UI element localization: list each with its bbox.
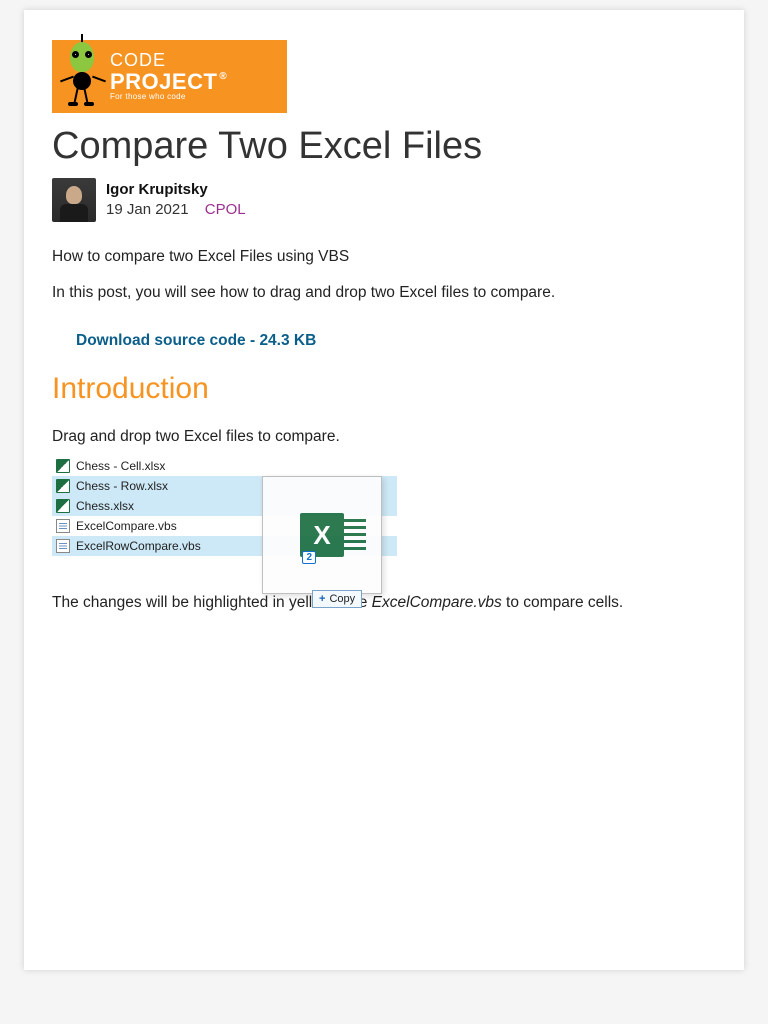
result-text-suffix: to compare cells.: [502, 594, 623, 611]
x-glyph: X: [313, 520, 330, 551]
file-explorer-screenshot: Chess - Cell.xlsx Chess - Row.xlsx Chess…: [52, 456, 397, 556]
logo-tagline: For those who code: [110, 92, 186, 101]
intro-paragraph: Drag and drop two Excel files to compare…: [52, 428, 716, 446]
codeproject-logo[interactable]: CODE PROJECT® For those who code: [52, 40, 287, 113]
excel-drag-icon: X 2: [300, 513, 344, 557]
file-name: Chess - Cell.xlsx: [76, 459, 165, 473]
excel-file-icon: [56, 499, 70, 513]
article-title: Compare Two Excel Files: [52, 125, 716, 168]
plus-icon: +: [319, 593, 325, 605]
publish-date: 19 Jan 2021: [106, 201, 189, 218]
excel-file-icon: [56, 459, 70, 473]
drag-count-badge: 2: [302, 551, 316, 564]
bob-mascot-icon: [60, 46, 104, 108]
article-lead: In this post, you will see how to drag a…: [52, 284, 716, 302]
logo-line2: PROJECT: [110, 69, 217, 94]
vbs-file-icon: [56, 539, 70, 553]
file-row: Chess - Cell.xlsx: [52, 456, 397, 476]
author-name[interactable]: Igor Krupitsky: [106, 180, 246, 200]
result-paragraph: The changes will be highlighted in yello…: [52, 594, 716, 612]
result-filename: ExcelCompare.vbs: [372, 594, 502, 611]
file-name: ExcelRowCompare.vbs: [76, 539, 201, 553]
registered-mark: ®: [219, 71, 227, 82]
excel-file-icon: [56, 479, 70, 493]
file-name: Chess.xlsx: [76, 499, 134, 513]
logo-line1: CODE: [110, 50, 166, 70]
vbs-file-icon: [56, 519, 70, 533]
document-page: CODE PROJECT® For those who code Compare…: [24, 10, 744, 970]
download-source-link[interactable]: Download source code - 24.3 KB: [76, 332, 316, 350]
file-name: ExcelCompare.vbs: [76, 519, 177, 533]
drag-ghost-icon: X 2: [262, 476, 382, 594]
introduction-heading: Introduction: [52, 372, 716, 406]
copy-label: Copy: [329, 593, 355, 605]
article-summary: How to compare two Excel Files using VBS: [52, 248, 716, 266]
author-avatar[interactable]: [52, 178, 96, 222]
file-name: Chess - Row.xlsx: [76, 479, 168, 493]
copy-tooltip: + Copy: [312, 590, 362, 608]
logo-text: CODE PROJECT® For those who code: [110, 51, 225, 101]
license-link[interactable]: CPOL: [205, 201, 246, 218]
author-block: Igor Krupitsky 19 Jan 2021 CPOL: [52, 178, 716, 222]
